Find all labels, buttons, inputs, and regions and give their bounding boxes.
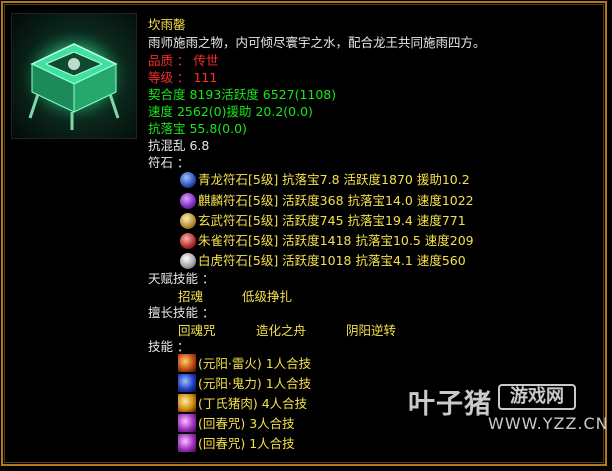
watermark-badge: 游戏网 bbox=[498, 384, 576, 410]
special-skill-2: 造化之舟 bbox=[256, 323, 307, 338]
ghost-power-skill-icon bbox=[178, 374, 196, 392]
item-portrait bbox=[11, 13, 137, 139]
rune-item-2: 麒麟符石[5级] 活跃度368 抗落宝14.0 速度1022 bbox=[198, 193, 474, 208]
skills-header: 技能 ： bbox=[148, 339, 190, 354]
skill-item-1: (元阳·雷火) 1人合技 bbox=[198, 356, 312, 371]
special-skill-1: 回魂咒 bbox=[178, 323, 216, 338]
skill-item-3: (丁氏猪肉) 4人合技 bbox=[198, 396, 308, 411]
skill-item-5: (回春咒) 1人合技 bbox=[198, 436, 295, 451]
jade-cauldron-icon bbox=[19, 28, 129, 130]
rune-item-3: 玄武符石[5级] 活跃度745 抗落宝19.4 速度771 bbox=[198, 213, 466, 228]
stat-affinity-activity: 契合度 8193活跃度 6527(1108) bbox=[148, 87, 337, 102]
special-skill-3: 阴阳逆转 bbox=[346, 323, 397, 338]
revive-skill-icon-1 bbox=[178, 414, 196, 432]
pork-skill-icon bbox=[178, 394, 196, 412]
revive-skill-icon-2 bbox=[178, 434, 196, 452]
talent-skill-1: 招魂 bbox=[178, 289, 204, 304]
item-description: 雨师施雨之物，内可倾尽寰宇之水，配合龙王共同施雨四方。 bbox=[148, 35, 486, 50]
rune-item-5: 白虎符石[5级] 活跃度1018 抗落宝4.1 速度560 bbox=[198, 253, 466, 268]
stat-speed-assist: 速度 2562(0)援助 20.2(0.0) bbox=[148, 104, 313, 119]
black-tortoise-rune-icon bbox=[180, 213, 196, 229]
talent-skill-2: 低级挣扎 bbox=[242, 289, 293, 304]
rune-item-4: 朱雀符石[5级] 活跃度1418 抗落宝10.5 速度209 bbox=[198, 233, 474, 248]
vermilion-bird-rune-icon bbox=[180, 233, 196, 249]
rune-item-1: 青龙符石[5级] 抗落宝7.8 活跃度1870 援助10.2 bbox=[198, 172, 470, 187]
watermark-logo: 叶子猪 bbox=[408, 389, 492, 420]
item-quality: 品质 ： 传世 bbox=[148, 53, 219, 68]
thunder-fire-skill-icon bbox=[178, 354, 196, 372]
stat-anti-loot: 抗落宝 55.8(0.0) bbox=[148, 121, 247, 136]
qilin-rune-icon bbox=[180, 193, 196, 209]
skill-item-4: (回春咒) 3人合技 bbox=[198, 416, 295, 431]
runes-header: 符石 ： bbox=[148, 155, 190, 170]
skill-item-2: (元阳·鬼力) 1人合技 bbox=[198, 376, 312, 391]
special-skills-header: 擅长技能 ： bbox=[148, 305, 215, 320]
talent-header: 天赋技能 ： bbox=[148, 271, 215, 286]
blue-dragon-rune-icon bbox=[180, 172, 196, 188]
item-name: 坎雨罄 bbox=[148, 17, 186, 32]
watermark-url: WWW.YZZ.CN bbox=[488, 414, 609, 433]
item-level: 等级 ： 111 bbox=[148, 70, 218, 85]
white-tiger-rune-icon bbox=[180, 253, 196, 269]
stat-anti-chaos: 抗混乱 6.8 bbox=[148, 138, 210, 153]
